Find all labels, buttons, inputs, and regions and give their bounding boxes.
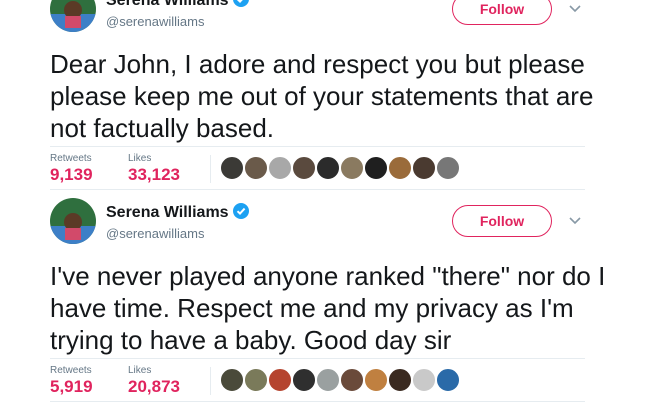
- user-handle[interactable]: @serenawilliams: [106, 226, 204, 241]
- stats-divider: [210, 155, 211, 183]
- display-name-text[interactable]: Serena Williams: [106, 0, 229, 9]
- liker-avatar[interactable]: [388, 368, 412, 392]
- likes-count: 20,873: [128, 377, 180, 396]
- liker-avatar[interactable]: [292, 156, 316, 180]
- tweet-stats: Retweets 9,139 Likes 33,123: [50, 146, 585, 190]
- display-name-text[interactable]: Serena Williams: [106, 204, 229, 221]
- liker-avatars: [220, 156, 460, 180]
- tweet-text: I've never played anyone ranked "there" …: [50, 261, 606, 355]
- tweet-text: Dear John, I adore and respect you but p…: [50, 49, 594, 143]
- chevron-down-icon[interactable]: [568, 216, 582, 226]
- liker-avatar[interactable]: [436, 368, 460, 392]
- liker-avatar[interactable]: [340, 368, 364, 392]
- tweet-thread-view: Serena Williams @serenawilliams Follow D…: [0, 0, 650, 409]
- liker-avatar[interactable]: [364, 156, 388, 180]
- tweet-stats: Retweets 5,919 Likes 20,873: [50, 358, 585, 402]
- liker-avatar[interactable]: [244, 368, 268, 392]
- likes-stat[interactable]: Likes 20,873: [128, 365, 180, 397]
- liker-avatar[interactable]: [412, 156, 436, 180]
- chevron-down-icon[interactable]: [568, 4, 582, 14]
- profile-avatar[interactable]: [50, 198, 96, 244]
- follow-button[interactable]: Follow: [452, 205, 552, 237]
- likes-label: Likes: [128, 365, 152, 376]
- liker-avatar[interactable]: [292, 368, 316, 392]
- liker-avatar[interactable]: [220, 156, 244, 180]
- retweets-stat[interactable]: Retweets 5,919: [50, 365, 93, 397]
- retweets-label: Retweets: [50, 153, 92, 164]
- likes-label: Likes: [128, 153, 152, 164]
- display-name[interactable]: Serena Williams: [106, 203, 249, 224]
- liker-avatar[interactable]: [364, 368, 388, 392]
- liker-avatar[interactable]: [316, 156, 340, 180]
- liker-avatar[interactable]: [316, 368, 340, 392]
- retweets-stat[interactable]: Retweets 9,139: [50, 153, 93, 185]
- liker-avatar[interactable]: [268, 368, 292, 392]
- verified-badge-icon: [232, 203, 249, 224]
- liker-avatar[interactable]: [412, 368, 436, 392]
- liker-avatar[interactable]: [244, 156, 268, 180]
- retweets-count: 9,139: [50, 165, 93, 184]
- verified-badge-icon: [232, 0, 249, 12]
- liker-avatar[interactable]: [340, 156, 364, 180]
- likes-stat[interactable]: Likes 33,123: [128, 153, 180, 185]
- profile-avatar[interactable]: [50, 0, 96, 32]
- liker-avatar[interactable]: [388, 156, 412, 180]
- follow-button[interactable]: Follow: [452, 0, 552, 25]
- retweets-count: 5,919: [50, 377, 93, 396]
- liker-avatars: [220, 368, 460, 392]
- stats-divider: [210, 367, 211, 395]
- display-name[interactable]: Serena Williams: [106, 0, 249, 12]
- likes-count: 33,123: [128, 165, 180, 184]
- liker-avatar[interactable]: [436, 156, 460, 180]
- user-handle[interactable]: @serenawilliams: [106, 14, 204, 29]
- liker-avatar[interactable]: [268, 156, 292, 180]
- liker-avatar[interactable]: [220, 368, 244, 392]
- retweets-label: Retweets: [50, 365, 92, 376]
